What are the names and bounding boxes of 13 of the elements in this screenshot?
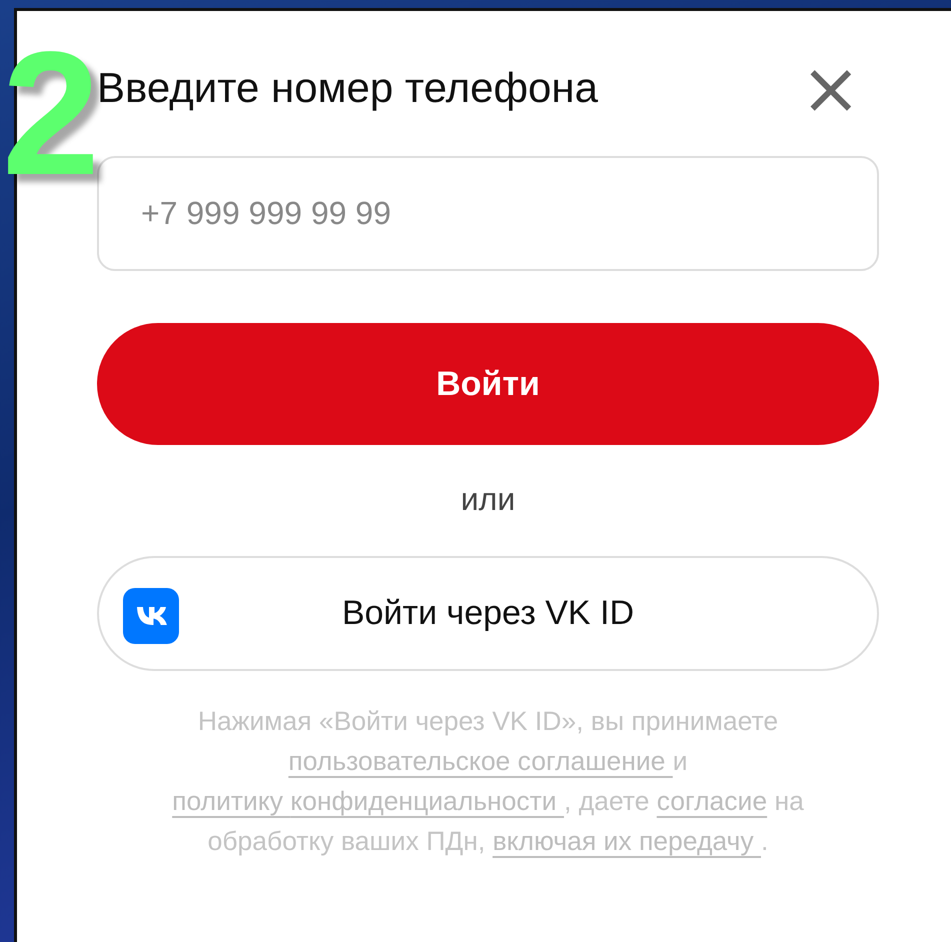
vk-logo-icon	[123, 588, 179, 644]
legal-notice-text: Нажимая «Войти через VK ID», вы принимаете пользовательское соглашение и политику конфиденциальности , даете согласие на обработку ваших ПДн, включая их передачу .	[171, 705, 805, 858]
dialog-title: Введите номер телефона	[97, 64, 598, 112]
phone-input-field[interactable]: +7 999 999 99 99	[97, 156, 879, 271]
login-button[interactable]: Войти	[97, 323, 879, 445]
legal-link[interactable]: включая их передачу	[492, 826, 761, 856]
vk-login-button[interactable]: Войти через VK ID	[97, 556, 879, 671]
legal-link[interactable]: пользовательское соглашение	[288, 746, 673, 776]
legal-link[interactable]: политику	[172, 786, 290, 816]
legal-link[interactable]: согласие	[656, 786, 768, 816]
close-button[interactable]: ×	[800, 63, 879, 113]
separator-text: или	[460, 481, 516, 518]
legal-link[interactable]: конфиденциальности	[290, 786, 564, 816]
